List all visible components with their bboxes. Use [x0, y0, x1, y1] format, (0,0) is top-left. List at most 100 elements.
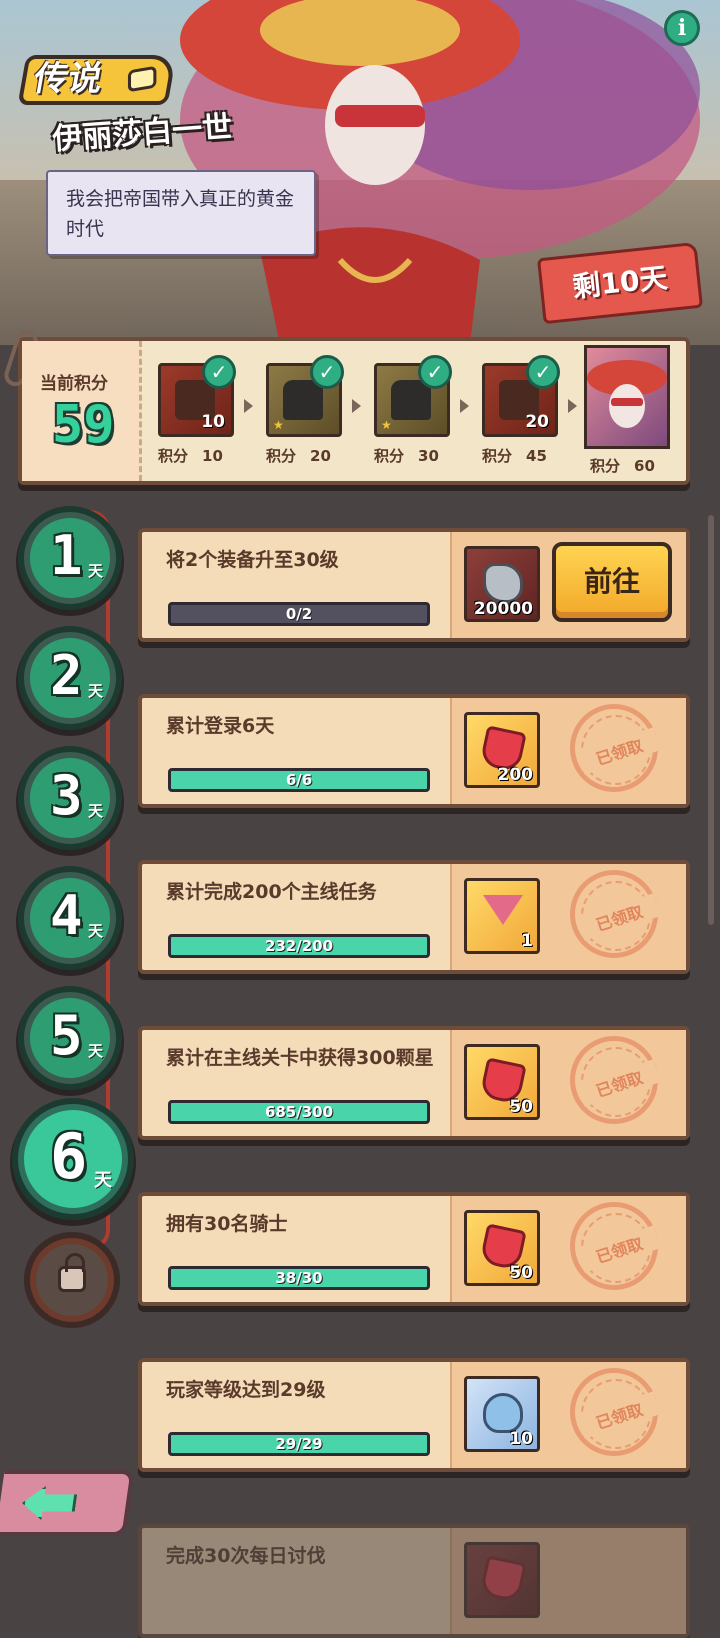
checkmark-icon: ✓	[202, 355, 236, 389]
claimed-stamp: 已领取	[570, 704, 661, 792]
task-progress-bar: 0/2	[168, 602, 430, 626]
claimed-label: 已领取	[577, 1391, 661, 1439]
day-number: 3	[50, 764, 83, 827]
cocktail-icon	[483, 895, 523, 935]
task-reward-area: 50 已领取	[450, 1196, 686, 1302]
task-card: 将2个装备升至30级 0/2 20000 前往	[138, 528, 690, 642]
claimed-stamp: 已领取	[570, 870, 661, 958]
potion-icon	[483, 1393, 523, 1433]
arrow-right-icon	[352, 399, 361, 413]
current-score-value: 59	[52, 395, 115, 455]
score-panel: 当前积分 59 10 ✓ 积分 10 ★ ✓ 积分 20 ★ ✓ 积分 30 2…	[1, 327, 690, 485]
current-score-box: 当前积分 59	[22, 341, 142, 481]
reward-qty: 50	[509, 1097, 533, 1117]
day-unit: 天	[88, 562, 104, 580]
task-card: 玩家等级达到29级 29/29 10 已领取	[138, 1358, 690, 1472]
task-progress-bar: 232/200	[168, 934, 430, 958]
day-track: 1 天 2 天 3 天 4 天 5 天 6 天	[0, 500, 140, 1340]
hero-banner: i 传说 伊丽莎白一世 我会把帝国带入真正的黄金时代 剩10天	[0, 0, 720, 345]
reward-item[interactable]: 200	[464, 712, 540, 788]
day-6-button[interactable]: 6 天	[18, 1104, 128, 1214]
claimed-label: 已领取	[577, 727, 661, 775]
day-5-button[interactable]: 5 天	[24, 992, 116, 1084]
gem-icon	[479, 1555, 527, 1603]
day-number: 1	[50, 524, 83, 587]
go-button[interactable]: 前往	[552, 542, 672, 622]
back-button[interactable]	[0, 1470, 135, 1536]
rarity-badge: 传说	[17, 55, 177, 105]
task-title: 完成30次每日讨伐	[166, 1545, 326, 1567]
claimed-label: 已领取	[577, 1225, 661, 1273]
claimed-stamp: 已领取	[570, 1036, 661, 1124]
progress-text: 232/200	[264, 937, 334, 955]
info-button[interactable]: i	[664, 10, 700, 46]
task-title: 拥有30名骑士	[166, 1213, 288, 1235]
progress-text: 29/29	[275, 1435, 323, 1453]
milestone-points: 积分 20	[266, 447, 331, 465]
rarity-label: 传说	[30, 59, 106, 99]
checkmark-icon: ✓	[526, 355, 560, 389]
task-progress-bar: 685/300	[168, 1100, 430, 1124]
reward-item[interactable]: 50	[464, 1210, 540, 1286]
arrow-right-icon	[460, 399, 469, 413]
task-reward-area: 200 已领取	[450, 698, 686, 804]
milestone-points: 积分 30	[374, 447, 439, 465]
milestone-reward[interactable]: 10 ✓ 积分 10	[152, 355, 236, 475]
day-1-button[interactable]: 1 天	[24, 512, 116, 604]
day-4-button[interactable]: 4 天	[24, 872, 116, 964]
task-reward-area: 50 已领取	[450, 1030, 686, 1136]
current-score-label: 当前积分	[40, 374, 108, 394]
reward-item[interactable]: 50	[464, 1044, 540, 1120]
star-icon: ★	[381, 418, 392, 432]
reward-qty: 200	[497, 765, 534, 785]
checkmark-icon: ✓	[418, 355, 452, 389]
scrollbar[interactable]	[708, 515, 714, 925]
day-unit: 天	[88, 1042, 104, 1060]
progress-text: 0/2	[285, 605, 313, 623]
claimed-label: 已领取	[577, 1059, 661, 1107]
day-unit: 天	[88, 682, 104, 700]
reward-item[interactable]: 1	[464, 878, 540, 954]
task-title: 玩家等级达到29级	[166, 1379, 326, 1401]
task-title: 累计完成200个主线任务	[166, 881, 377, 903]
reward-item[interactable]	[464, 1542, 540, 1618]
task-reward-area: 1 已领取	[450, 864, 686, 970]
milestone-reward[interactable]: 20 ✓ 积分 45	[476, 355, 560, 475]
day-unit: 天	[88, 802, 104, 820]
task-progress-bar: 38/30	[168, 1266, 430, 1290]
day-2-button[interactable]: 2 天	[24, 632, 116, 724]
task-title: 累计登录6天	[166, 715, 275, 737]
reward-qty: 10	[509, 1429, 533, 1449]
reward-qty: 10	[201, 412, 225, 432]
reward-item[interactable]: 20000	[464, 546, 540, 622]
claimed-label: 已领取	[577, 893, 661, 941]
hero-quote: 我会把帝国带入真正的黄金时代	[46, 170, 316, 256]
day-number: 5	[50, 1004, 83, 1067]
task-progress-bar: 29/29	[168, 1432, 430, 1456]
reward-item[interactable]: 10	[464, 1376, 540, 1452]
task-reward-area: 20000 前往	[450, 532, 686, 638]
task-card: 拥有30名骑士 38/30 50 已领取	[138, 1192, 690, 1306]
milestone-reward[interactable]: ★ ✓ 积分 20	[260, 355, 344, 475]
reward-qty: 50	[509, 1263, 533, 1283]
task-title: 将2个装备升至30级	[166, 549, 339, 571]
claimed-stamp: 已领取	[570, 1368, 661, 1456]
reward-qty: 1	[521, 931, 533, 951]
milestone-reward-final[interactable]: 积分 60	[584, 345, 670, 475]
checkmark-icon: ✓	[310, 355, 344, 389]
reward-qty: 20	[525, 412, 549, 432]
milestone-reward[interactable]: ★ ✓ 积分 30	[368, 355, 452, 475]
day-7-locked[interactable]	[30, 1238, 114, 1322]
day-number: 6	[50, 1120, 88, 1193]
progress-text: 38/30	[275, 1269, 323, 1287]
day-unit: 天	[88, 922, 104, 940]
day-number: 4	[50, 884, 83, 947]
progress-text: 685/300	[264, 1103, 334, 1121]
progress-text: 6/6	[285, 771, 313, 789]
hero-portrait-icon	[584, 345, 670, 449]
star-icon: ★	[273, 418, 284, 432]
task-card: 累计登录6天 6/6 200 已领取	[138, 694, 690, 808]
day-3-button[interactable]: 3 天	[24, 752, 116, 844]
task-reward-area	[450, 1528, 686, 1634]
task-progress-bar: 6/6	[168, 768, 430, 792]
